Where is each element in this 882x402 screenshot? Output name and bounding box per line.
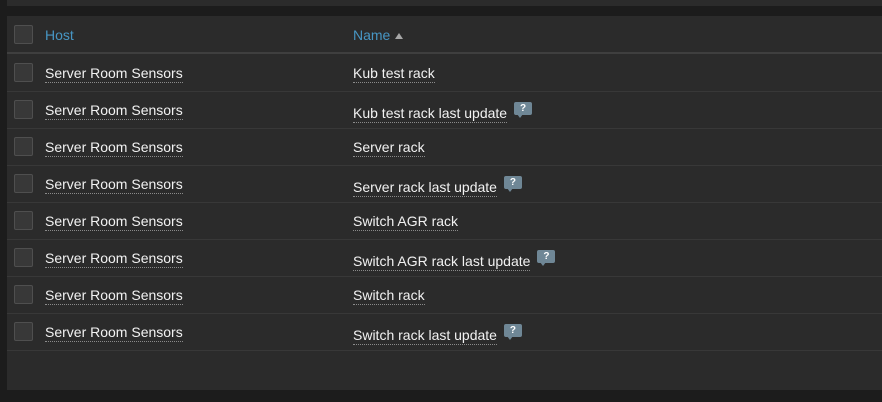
table-header: Host Name [7, 16, 882, 54]
item-name-link[interactable]: Server rack last update [353, 179, 497, 197]
table-row: Server Room Sensors Switch AGR rack [7, 203, 882, 240]
item-name-link[interactable]: Switch AGR rack [353, 213, 459, 231]
name-cell: Switch AGR rack last update [353, 250, 556, 271]
name-cell: Switch rack [353, 287, 425, 305]
name-cell: Kub test rack [353, 65, 435, 83]
host-link[interactable]: Server Room Sensors [45, 176, 183, 194]
row-checkbox[interactable] [14, 248, 33, 267]
row-checkbox[interactable] [14, 211, 33, 230]
row-checkbox[interactable] [14, 100, 33, 119]
host-link[interactable]: Server Room Sensors [45, 287, 183, 305]
host-cell: Server Room Sensors [45, 176, 183, 194]
item-name-link[interactable]: Kub test rack [353, 65, 435, 83]
item-name-link[interactable]: Kub test rack last update [353, 105, 508, 123]
host-link[interactable]: Server Room Sensors [45, 139, 183, 157]
host-link[interactable]: Server Room Sensors [45, 65, 183, 83]
name-cell: Server rack last update [353, 176, 522, 197]
help-hint-icon[interactable] [537, 250, 556, 266]
table-row: Server Room Sensors Switch rack last upda… [7, 314, 882, 351]
host-cell: Server Room Sensors [45, 287, 183, 305]
table-row: Server Room Sensors Server rack [7, 129, 882, 166]
host-cell: Server Room Sensors [45, 139, 183, 157]
host-cell: Server Room Sensors [45, 102, 183, 120]
host-link[interactable]: Server Room Sensors [45, 250, 183, 268]
items-table: Host Name Server Room Sensors Kub test ra… [7, 16, 882, 390]
help-hint-icon[interactable] [514, 102, 533, 118]
table-row: Server Room Sensors Switch AGR rack last … [7, 240, 882, 277]
host-cell: Server Room Sensors [45, 213, 183, 231]
item-name-link[interactable]: Server rack [353, 139, 425, 157]
host-cell: Server Room Sensors [45, 65, 183, 83]
row-checkbox[interactable] [14, 322, 33, 341]
host-column-header: Host [45, 27, 74, 44]
table-row: Server Room Sensors Kub test rack [7, 55, 882, 92]
host-sort-link[interactable]: Host [45, 27, 74, 43]
name-sort-link[interactable]: Name [353, 27, 390, 43]
name-cell: Switch AGR rack [353, 213, 459, 231]
host-cell: Server Room Sensors [45, 324, 183, 342]
host-cell: Server Room Sensors [45, 250, 183, 268]
name-cell: Kub test rack last update [353, 102, 533, 123]
name-cell: Server rack [353, 139, 425, 157]
row-checkbox[interactable] [14, 63, 33, 82]
table-row: Server Room Sensors Server rack last upda… [7, 166, 882, 203]
select-all-checkbox[interactable] [14, 25, 33, 44]
sort-ascending-icon [395, 33, 404, 39]
item-name-link[interactable]: Switch rack [353, 287, 425, 305]
host-link[interactable]: Server Room Sensors [45, 213, 183, 231]
help-hint-icon[interactable] [503, 176, 522, 192]
name-column-header: Name [353, 27, 404, 44]
row-checkbox[interactable] [14, 137, 33, 156]
table-row: Server Room Sensors Kub test rack last up… [7, 92, 882, 129]
item-name-link[interactable]: Switch rack last update [353, 327, 497, 345]
table-row: Server Room Sensors Switch rack [7, 277, 882, 314]
name-cell: Switch rack last update [353, 324, 522, 345]
row-checkbox[interactable] [14, 285, 33, 304]
host-link[interactable]: Server Room Sensors [45, 102, 183, 120]
item-name-link[interactable]: Switch AGR rack last update [353, 253, 531, 271]
top-panel-edge [7, 0, 882, 6]
row-checkbox[interactable] [14, 174, 33, 193]
help-hint-icon[interactable] [503, 324, 522, 340]
host-link[interactable]: Server Room Sensors [45, 324, 183, 342]
